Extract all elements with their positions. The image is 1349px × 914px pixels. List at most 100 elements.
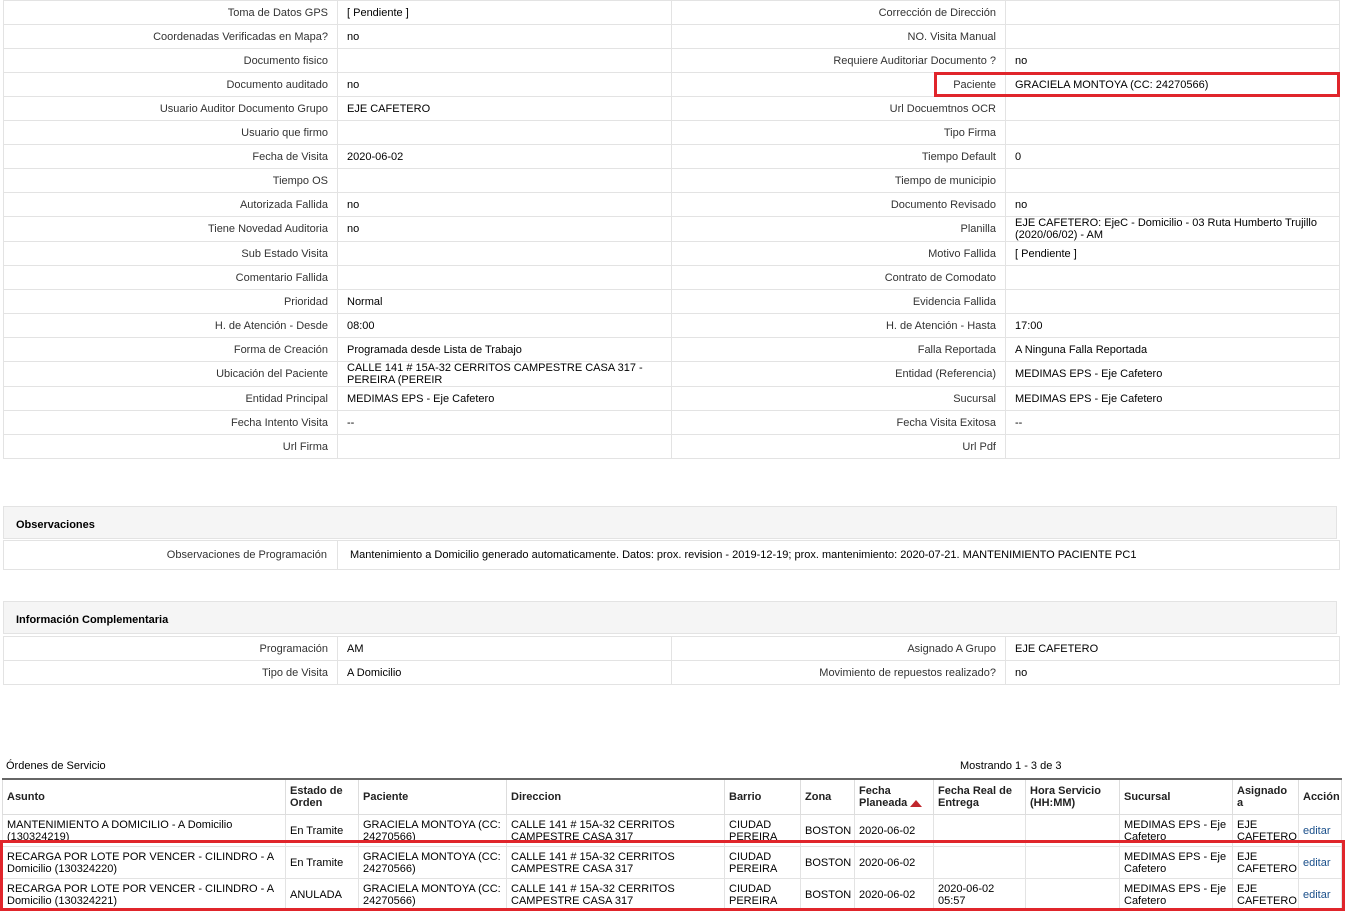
ubicacion-del-paciente-value: CALLE 141 # 15A-32 CERRITOS CAMPESTRE CA…	[337, 361, 672, 387]
cell-asunto: RECARGA POR LOTE POR VENCER - CILINDRO -…	[2, 846, 286, 879]
fecha-de-visita-label: Fecha de Visita	[3, 144, 338, 169]
order-row: RECARGA POR LOTE POR VENCER - CILINDRO -…	[2, 878, 1342, 911]
h-de-atencion-desde-value: 08:00	[337, 313, 672, 338]
edit-link-cell[interactable]: editar	[1298, 878, 1342, 911]
cell-paciente: GRACIELA MONTOYA (CC: 24270566)	[358, 878, 507, 911]
observaciones-value: Mantenimiento a Domicilio generado autom…	[337, 540, 1340, 570]
col-header-barrio[interactable]: Barrio	[724, 778, 801, 815]
edit-link-cell[interactable]: editar	[1298, 846, 1342, 879]
col-header-paciente[interactable]: Paciente	[358, 778, 507, 815]
requiere-auditoriar-documento-value: no	[1005, 48, 1340, 73]
cell-sucursal: MEDIMAS EPS - Eje Cafetero	[1119, 814, 1233, 847]
col-header-accion[interactable]: Acción	[1298, 778, 1342, 815]
order-row: RECARGA POR LOTE POR VENCER - CILINDRO -…	[2, 846, 1342, 879]
cell-estado-de-orden: En Tramite	[285, 814, 359, 847]
entidad-referencia-value: MEDIMAS EPS - Eje Cafetero	[1005, 361, 1340, 387]
fecha-visita-exitosa-value: --	[1005, 410, 1340, 435]
cell-sucursal: MEDIMAS EPS - Eje Cafetero	[1119, 878, 1233, 911]
tipo-firma-value	[1005, 120, 1340, 145]
cell-zona: BOSTON	[800, 878, 855, 911]
comentario-fallida-value	[337, 265, 672, 290]
fecha-intento-visita-value: --	[337, 410, 672, 435]
observaciones-label: Observaciones de Programación	[3, 540, 338, 570]
fecha-intento-visita-label: Fecha Intento Visita	[3, 410, 338, 435]
coordenadas-verificadas-en-mapa-value: no	[337, 24, 672, 49]
col-header-asignado-a[interactable]: Asignado a	[1232, 778, 1299, 815]
col-header-fecha-planeada[interactable]: Fecha Planeada	[854, 778, 934, 815]
tiempo-default-label: Tiempo Default	[671, 144, 1006, 169]
detail-row: Tipo de Visita A Domicilio Movimiento de r…	[3, 660, 1340, 685]
orders-table: Asunto Estado de Orden Paciente Direccion Ba…	[2, 778, 1342, 911]
url-pdf-value	[1005, 434, 1340, 459]
cell-hora-servicio-hh-mm	[1025, 846, 1120, 879]
col-header-asunto[interactable]: Asunto	[2, 778, 286, 815]
documento-revisado-value: no	[1005, 192, 1340, 217]
ubicacion-del-paciente-label: Ubicación del Paciente	[3, 361, 338, 387]
cell-zona: BOSTON	[800, 814, 855, 847]
url-pdf-label: Url Pdf	[671, 434, 1006, 459]
tipo-de-visita-label: Tipo de Visita	[3, 660, 338, 685]
sort-ascending-icon[interactable]	[910, 799, 923, 807]
evidencia-fallida-label: Evidencia Fallida	[671, 289, 1006, 314]
forma-de-creacion-label: Forma de Creación	[3, 337, 338, 362]
movimiento-de-repuestos-realizado-label: Movimiento de repuestos realizado?	[671, 660, 1006, 685]
cell-fecha-real-de-entrega	[933, 814, 1026, 847]
asignado-a-grupo-label: Asignado A Grupo	[671, 636, 1006, 661]
detail-row: Ubicación del Paciente CALLE 141 # 15A-32…	[3, 361, 1340, 387]
evidencia-fallida-value	[1005, 289, 1340, 314]
documento-fisico-label: Documento fisico	[3, 48, 338, 73]
planilla-value: EJE CAFETERO: EjeC - Domicilio - 03 Ruta…	[1005, 216, 1340, 242]
visit-detail-table: Toma de Datos GPS[ Pendiente ] Corrección…	[3, 0, 1340, 459]
usuario-auditor-documento-grupo-label: Usuario Auditor Documento Grupo	[3, 96, 338, 121]
cell-zona: BOSTON	[800, 846, 855, 879]
cell-paciente: GRACIELA MONTOYA (CC: 24270566)	[358, 814, 507, 847]
sucursal-value: MEDIMAS EPS - Eje Cafetero	[1005, 386, 1340, 411]
paciente-value: GRACIELA MONTOYA (CC: 24270566)	[1005, 72, 1340, 97]
observaciones-table: Observaciones de Programación Mantenimie…	[3, 540, 1340, 570]
url-docuemtnos-ocr-label: Url Docuemtnos OCR	[671, 96, 1006, 121]
detail-row: Toma de Datos GPS[ Pendiente ] Corrección…	[3, 0, 1340, 25]
documento-revisado-label: Documento Revisado	[671, 192, 1006, 217]
cell-asignado-a: EJE CAFETERO	[1232, 846, 1299, 879]
cell-fecha-planeada: 2020-06-02	[854, 814, 934, 847]
sub-estado-visita-label: Sub Estado Visita	[3, 241, 338, 266]
tiene-novedad-auditoria-label: Tiene Novedad Auditoria	[3, 216, 338, 242]
edit-link[interactable]: editar	[1303, 825, 1331, 837]
programacion-label: Programación	[3, 636, 338, 661]
detail-row: Programación AM Asignado A Grupo EJE CAFETE…	[3, 636, 1340, 661]
detail-row: Documento auditado no Paciente GRACIELA MON…	[3, 72, 1340, 97]
tiempo-default-value: 0	[1005, 144, 1340, 169]
contrato-de-comodato-value	[1005, 265, 1340, 290]
cell-asunto: RECARGA POR LOTE POR VENCER - CILINDRO -…	[2, 878, 286, 911]
edit-link[interactable]: editar	[1303, 857, 1331, 869]
url-firma-value	[337, 434, 672, 459]
documento-fisico-value	[337, 48, 672, 73]
cell-barrio: CIUDAD PEREIRA	[724, 846, 801, 879]
col-header-fecha-real-de-entrega[interactable]: Fecha Real de Entrega	[933, 778, 1026, 815]
col-header-estado-de-orden[interactable]: Estado de Orden	[285, 778, 359, 815]
cell-direccion: CALLE 141 # 15A-32 CERRITOS CAMPESTRE CA…	[506, 878, 725, 911]
detail-row: Usuario que firmo Tipo Firma	[3, 120, 1340, 145]
entidad-referencia-label: Entidad (Referencia)	[671, 361, 1006, 387]
cell-fecha-planeada: 2020-06-02	[854, 846, 934, 879]
h-de-atencion-hasta-label: H. de Atención - Hasta	[671, 313, 1006, 338]
autorizada-fallida-label: Autorizada Fallida	[3, 192, 338, 217]
sub-estado-visita-value	[337, 241, 672, 266]
detail-row: Tiempo OS Tiempo de municipio	[3, 168, 1340, 193]
edit-link[interactable]: editar	[1303, 889, 1331, 901]
usuario-que-firmo-label: Usuario que firmo	[3, 120, 338, 145]
no-visita-manual-value	[1005, 24, 1340, 49]
col-header-hora-servicio-hh-mm[interactable]: Hora Servicio (HH:MM)	[1025, 778, 1120, 815]
detail-row: Comentario Fallida Contrato de Comodato	[3, 265, 1340, 290]
cell-asignado-a: EJE CAFETERO	[1232, 814, 1299, 847]
col-header-sucursal[interactable]: Sucursal	[1119, 778, 1233, 815]
cell-fecha-planeada: 2020-06-02	[854, 878, 934, 911]
col-header-zona[interactable]: Zona	[800, 778, 855, 815]
col-header-direccion[interactable]: Direccion	[506, 778, 725, 815]
entidad-principal-label: Entidad Principal	[3, 386, 338, 411]
edit-link-cell[interactable]: editar	[1298, 814, 1342, 847]
falla-reportada-label: Falla Reportada	[671, 337, 1006, 362]
detail-row: Prioridad Normal Evidencia Fallida	[3, 289, 1340, 314]
detail-row: H. de Atención - Desde 08:00 H. de Atenció…	[3, 313, 1340, 338]
falla-reportada-value: A Ninguna Falla Reportada	[1005, 337, 1340, 362]
